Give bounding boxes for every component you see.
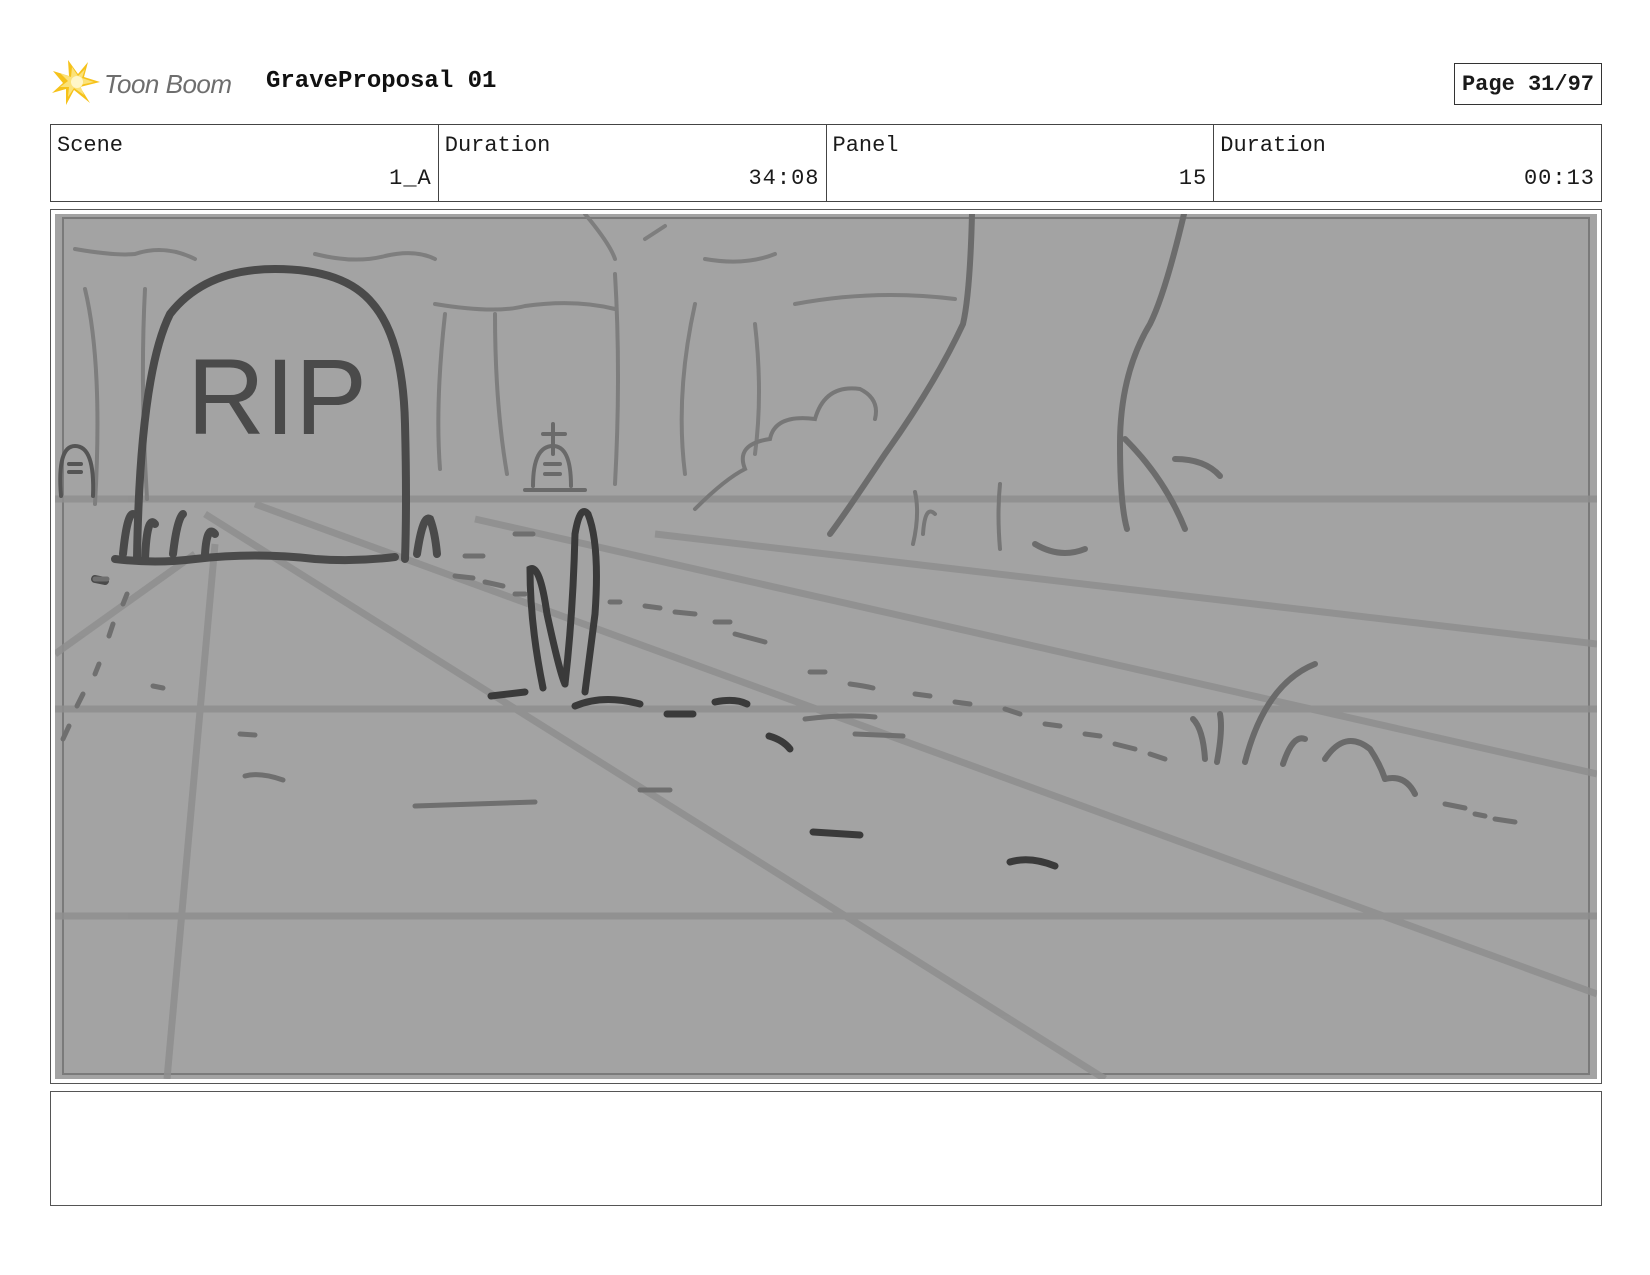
scene-duration-label: Duration bbox=[444, 133, 551, 158]
panel-sketch: RIP bbox=[55, 214, 1597, 1079]
panel-frame: RIP bbox=[50, 209, 1602, 1084]
panel-duration-value: 00:13 bbox=[1523, 166, 1595, 191]
scene-label: Scene bbox=[57, 133, 124, 158]
shot-info-row: Scene 1_A Duration 34:08 Panel 15 Durati… bbox=[50, 124, 1602, 202]
toon-boom-logo: Toon Boom bbox=[50, 56, 232, 112]
storyboard-header: Toon Boom GraveProposal 01 Page 31/97 bbox=[50, 56, 1602, 112]
rip-text: RIP bbox=[187, 336, 367, 457]
document-title: GraveProposal 01 bbox=[266, 68, 497, 95]
panel-cell: Panel 15 bbox=[827, 125, 1215, 201]
page-indicator: Page 31/97 bbox=[1453, 63, 1602, 105]
scene-duration-value: 34:08 bbox=[748, 166, 820, 191]
graveyard-sketch: RIP bbox=[55, 214, 1597, 1079]
panel-label: Panel bbox=[832, 133, 899, 158]
panel-value: 15 bbox=[1178, 166, 1208, 191]
scene-cell: Scene 1_A bbox=[51, 125, 439, 201]
scene-duration-cell: Duration 34:08 bbox=[439, 125, 827, 201]
panel-duration-label: Duration bbox=[1220, 133, 1326, 158]
scene-value: 1_A bbox=[389, 166, 432, 191]
panel-notes-box bbox=[50, 1091, 1602, 1206]
star-burst-icon bbox=[50, 57, 102, 112]
brand-name: Toon Boom bbox=[104, 68, 232, 99]
panel-duration-cell: Duration 00:13 bbox=[1214, 125, 1601, 201]
